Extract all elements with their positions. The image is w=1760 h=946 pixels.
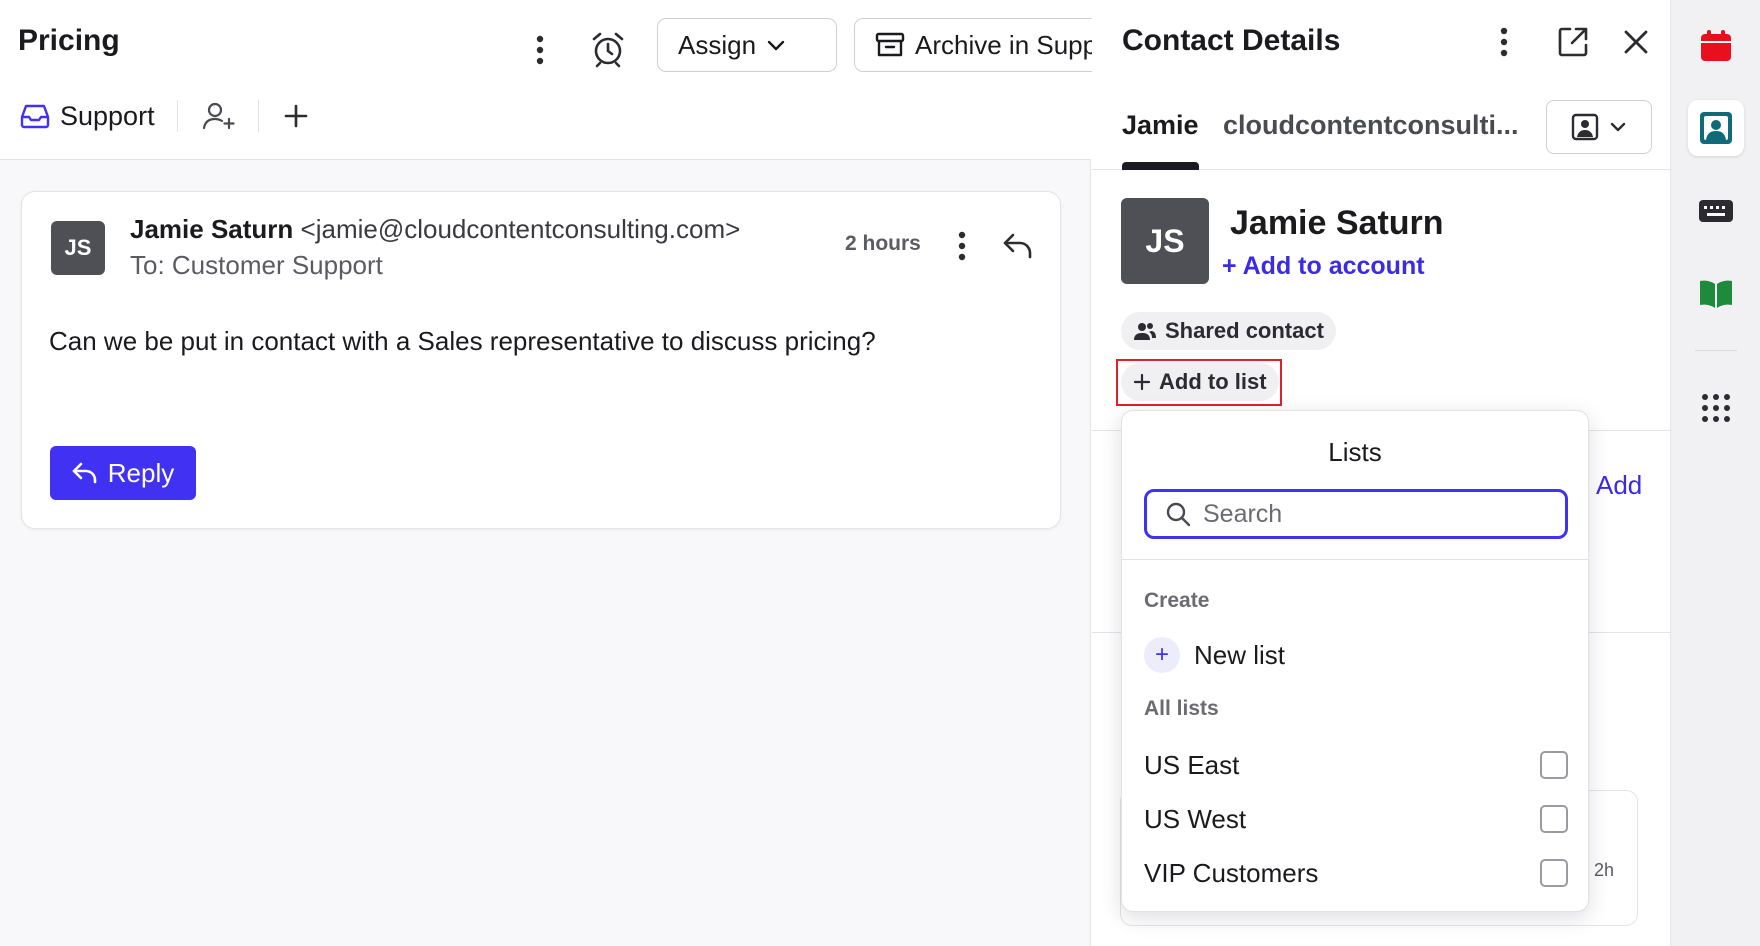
tab-contact-person[interactable]: Jamie: [1122, 110, 1199, 170]
archive-box-icon: [875, 32, 905, 57]
divider: [1695, 350, 1737, 351]
contact-card-icon[interactable]: [1688, 100, 1744, 156]
divider: [257, 100, 259, 132]
app-rail: [1670, 0, 1760, 946]
list-item-checkbox[interactable]: [1540, 805, 1568, 833]
people-icon: [1134, 323, 1156, 340]
list-item[interactable]: US West: [1144, 799, 1568, 839]
divider: [1122, 559, 1588, 560]
divider: [176, 100, 178, 132]
conversation-pane: Pricing Assign Archive in Support Suppor…: [0, 0, 1190, 946]
new-list-label: New list: [1194, 639, 1286, 670]
close-icon[interactable]: [1614, 20, 1658, 64]
conversation-header: Pricing Assign Archive in Support: [0, 0, 1190, 160]
message-sender: Jamie Saturn <jamie@cloudcontentconsulti…: [130, 214, 740, 245]
search-icon: [1166, 502, 1191, 527]
contact-card-icon: [1571, 113, 1599, 141]
all-lists-section-label: All lists: [1144, 697, 1219, 720]
inbox-label: Support: [60, 100, 155, 131]
tab-contact-company[interactable]: cloudcontentconsulti...: [1223, 110, 1519, 141]
search-input[interactable]: [1203, 499, 1543, 529]
recipient-line: To: Customer Support: [130, 250, 383, 280]
new-list-button[interactable]: + New list: [1144, 637, 1285, 673]
conversation-preview-time: 2h: [1594, 860, 1615, 880]
message-body: Can we be put in contact with a Sales re…: [49, 326, 876, 356]
list-item-label: US West: [1144, 803, 1247, 834]
sender-name[interactable]: Jamie Saturn: [130, 214, 293, 244]
inbox-tray-icon: [20, 104, 50, 129]
avatar: JS: [51, 221, 105, 275]
inbox-tag-row: Support: [20, 96, 309, 136]
reply-arrow-icon[interactable]: [998, 226, 1038, 266]
reply-arrow-icon: [72, 462, 97, 484]
shared-contact-badge: Shared contact: [1121, 312, 1336, 350]
lists-title: Lists: [1328, 437, 1382, 467]
lists-search-field[interactable]: [1144, 489, 1568, 539]
contact-avatar: JS: [1121, 198, 1209, 284]
add-to-list-highlight: [1116, 359, 1282, 406]
add-to-account-link[interactable]: + Add to account: [1222, 252, 1425, 281]
shared-contact-label: Shared contact: [1165, 318, 1324, 343]
lists-dropdown: Lists Create + New list All lists US Eas…: [1121, 410, 1589, 912]
reply-label: Reply: [107, 457, 175, 488]
list-item[interactable]: VIP Customers: [1144, 853, 1568, 893]
chevron-down-icon: [1610, 122, 1626, 132]
assign-label: Assign: [678, 29, 757, 60]
more-options-icon[interactable]: [520, 28, 560, 72]
list-item-label: VIP Customers: [1144, 857, 1319, 888]
plus-icon: +: [1144, 637, 1180, 673]
contact-type-select[interactable]: [1546, 100, 1652, 154]
message-card: JS Jamie Saturn <jamie@cloudcontentconsu…: [21, 191, 1061, 529]
add-participant-button[interactable]: [202, 101, 236, 131]
list-item-label: US East: [1144, 749, 1240, 780]
snooze-alarm-icon[interactable]: [584, 24, 632, 74]
list-item[interactable]: US East: [1144, 745, 1568, 785]
list-item-checkbox[interactable]: [1540, 751, 1568, 779]
calendar-icon[interactable]: [1688, 18, 1744, 74]
conversation-title: Pricing: [18, 24, 120, 57]
reply-button[interactable]: Reply: [50, 446, 196, 500]
panel-title: Contact Details: [1122, 24, 1341, 57]
apps-grid-icon[interactable]: [1688, 380, 1744, 436]
add-tag-button[interactable]: [283, 103, 309, 129]
keyboard-icon[interactable]: [1688, 183, 1744, 239]
message-more-icon[interactable]: [950, 226, 974, 266]
sender-email: <jamie@cloudcontentconsulting.com>: [300, 214, 741, 244]
open-external-icon[interactable]: [1551, 20, 1595, 64]
book-icon[interactable]: [1688, 266, 1744, 322]
create-section-label: Create: [1144, 589, 1210, 612]
contact-name: Jamie Saturn: [1230, 204, 1444, 242]
panel-more-icon[interactable]: [1492, 22, 1516, 62]
assign-button[interactable]: Assign: [657, 18, 837, 72]
plus-icon: [284, 104, 307, 128]
chevron-down-icon: [767, 40, 785, 51]
add-link[interactable]: Add: [1596, 470, 1642, 501]
inbox-tag[interactable]: Support: [20, 101, 155, 132]
message-time: 2 hours: [845, 232, 921, 255]
list-item-checkbox[interactable]: [1540, 859, 1568, 887]
add-user-icon: [202, 102, 235, 130]
